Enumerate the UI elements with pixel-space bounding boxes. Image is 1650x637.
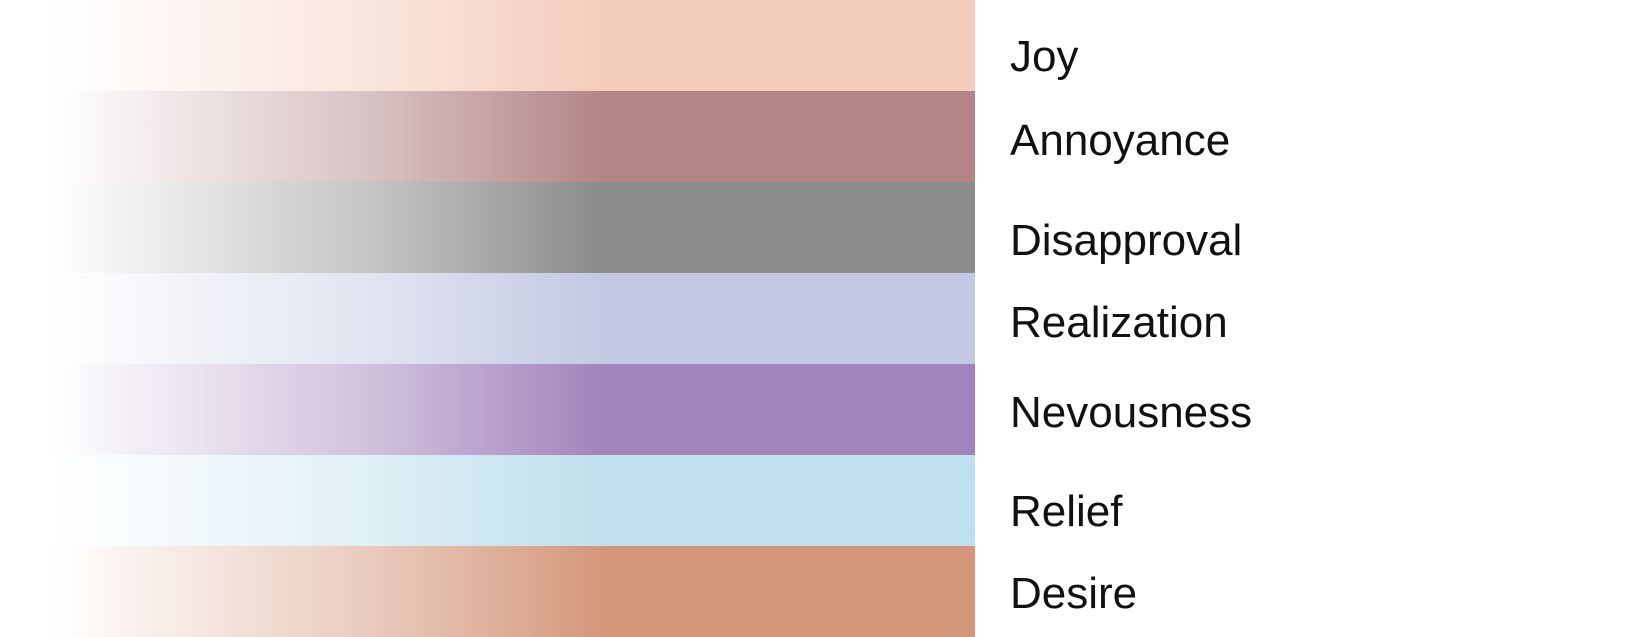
gradient-bar-joy (0, 0, 975, 91)
emotion-row-joy: Joy (0, 0, 1650, 91)
emotion-row-nevousness: Nevousness (0, 364, 1650, 455)
emotion-color-legend: Joy Annoyance Disapproval Realization Nevous… (0, 0, 1650, 637)
emotion-row-desire: Desire (0, 546, 1650, 637)
emotion-label-joy: Joy (1010, 32, 1079, 81)
emotion-row-realization: Realization (0, 273, 1650, 364)
gradient-bar-relief (0, 455, 975, 546)
emotion-row-annoyance: Annoyance (0, 91, 1650, 182)
emotion-label-disapproval: Disapproval (1010, 216, 1243, 265)
emotion-label-realization: Realization (1010, 298, 1228, 347)
emotion-label-relief: Relief (1010, 487, 1123, 536)
gradient-bar-realization (0, 273, 975, 364)
emotion-row-disapproval: Disapproval (0, 182, 1650, 273)
gradient-bar-disapproval (0, 182, 975, 273)
gradient-bar-annoyance (0, 91, 975, 182)
gradient-bar-nevousness (0, 364, 975, 455)
emotion-label-annoyance: Annoyance (1010, 116, 1231, 165)
gradient-bar-desire (0, 546, 975, 637)
emotion-label-desire: Desire (1010, 569, 1138, 618)
emotion-label-nevousness: Nevousness (1010, 388, 1253, 437)
emotion-row-relief: Relief (0, 455, 1650, 546)
